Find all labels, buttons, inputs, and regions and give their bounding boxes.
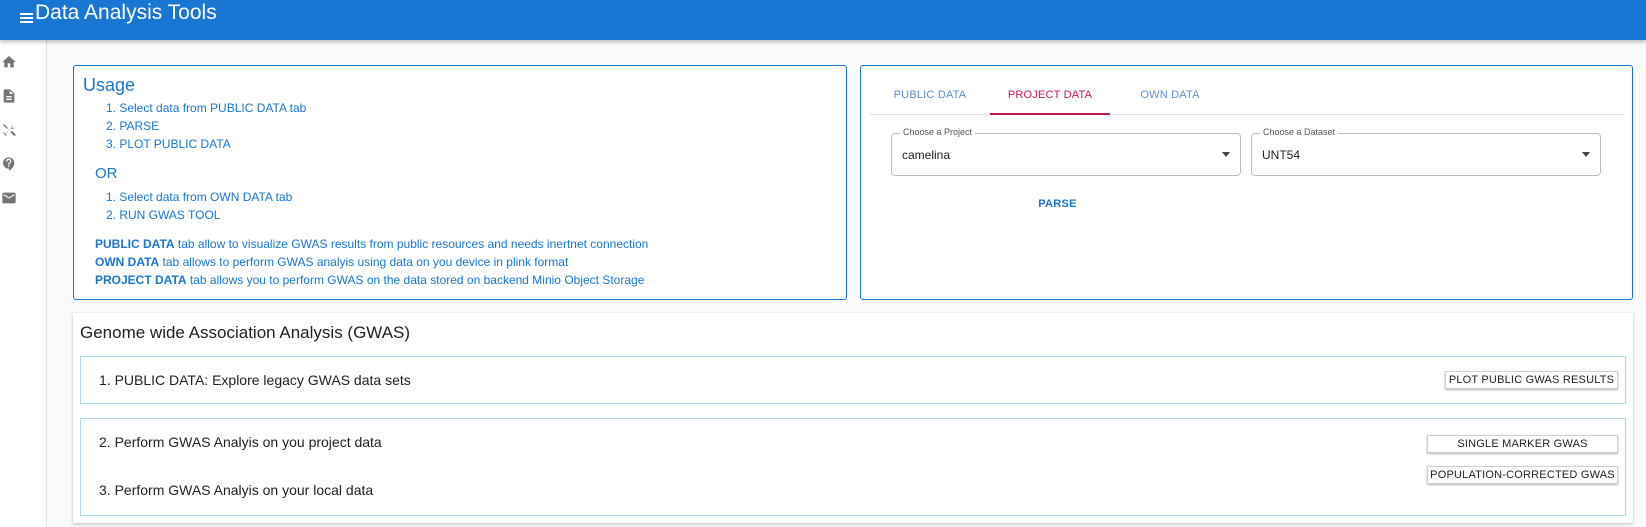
document-icon[interactable]	[1, 88, 17, 104]
usage-or: OR	[95, 165, 118, 182]
population-corrected-gwas-button[interactable]: POPULATION-CORRECTED GWAS	[1427, 466, 1618, 484]
caret-down-icon	[1222, 152, 1230, 157]
list-item: 3. PLOT PUBLIC DATA	[106, 137, 231, 151]
project-select-label: Choose a Project	[900, 127, 976, 137]
home-icon[interactable]	[1, 54, 17, 70]
side-nav	[0, 40, 47, 527]
usage-note-project: PROJECT DATA tab allows you to perform G…	[95, 273, 645, 287]
single-marker-gwas-button[interactable]: SINGLE MARKER GWAS	[1427, 435, 1618, 453]
gwas-card-local-text: 3. Perform GWAS Analyis on your local da…	[99, 482, 374, 498]
list-item: 2. RUN GWAS TOOL	[106, 208, 221, 222]
gwas-section: Genome wide Association Analysis (GWAS) …	[73, 313, 1633, 523]
usage-steps-public: 1. Select data from PUBLIC DATA tab 2. P…	[106, 99, 306, 153]
mail-icon[interactable]	[1, 190, 17, 206]
gwas-card-public: 1. PUBLIC DATA: Explore legacy GWAS data…	[80, 356, 1626, 404]
usage-panel: Usage 1. Select data from PUBLIC DATA ta…	[73, 65, 847, 300]
list-item: 2. PARSE	[106, 119, 160, 133]
help-icon[interactable]	[1, 156, 17, 172]
dataset-select-label: Choose a Dataset	[1260, 127, 1339, 137]
parse-button[interactable]: PARSE	[1000, 190, 1115, 218]
tab-own-data[interactable]: OWN DATA	[1110, 78, 1230, 115]
gwas-card-public-text: 1. PUBLIC DATA: Explore legacy GWAS data…	[99, 372, 411, 388]
usage-title: Usage	[83, 75, 136, 95]
dataset-select[interactable]: Choose a Dataset UNT54	[1251, 127, 1601, 176]
usage-note-own: OWN DATA tab allows to perform GWAS anal…	[95, 255, 569, 269]
caret-down-icon	[1582, 152, 1590, 157]
plot-public-gwas-button[interactable]: PLOT PUBLIC GWAS RESULTS	[1445, 371, 1618, 389]
usage-steps-own: 1. Select data from OWN DATA tab 2. RUN …	[106, 188, 292, 224]
list-item: 1. Select data from OWN DATA tab	[106, 190, 293, 204]
gwas-card-analysis: 2. Perform GWAS Analyis on you project d…	[80, 418, 1626, 516]
tab-public-data[interactable]: PUBLIC DATA	[870, 78, 990, 115]
project-select-value: camelina	[902, 148, 951, 162]
menu-icon[interactable]	[18, 9, 34, 25]
tab-project-data[interactable]: PROJECT DATA	[990, 78, 1110, 115]
tools-icon[interactable]	[1, 122, 17, 138]
gwas-title: Genome wide Association Analysis (GWAS)	[80, 323, 411, 342]
dataset-select-value: UNT54	[1262, 148, 1301, 162]
app-bar: Data Analysis Tools	[0, 0, 1646, 40]
usage-note-public: PUBLIC DATA tab allow to visualize GWAS …	[95, 237, 649, 251]
app-title: Data Analysis Tools	[35, 1, 217, 24]
data-source-panel: PUBLIC DATA PROJECT DATA OWN DATA Choose…	[860, 65, 1633, 300]
data-tabs: PUBLIC DATA PROJECT DATA OWN DATA	[870, 78, 1624, 115]
project-select[interactable]: Choose a Project camelina	[891, 127, 1241, 176]
list-item: 1. Select data from PUBLIC DATA tab	[106, 101, 307, 115]
gwas-card-project-text: 2. Perform GWAS Analyis on you project d…	[99, 434, 382, 450]
